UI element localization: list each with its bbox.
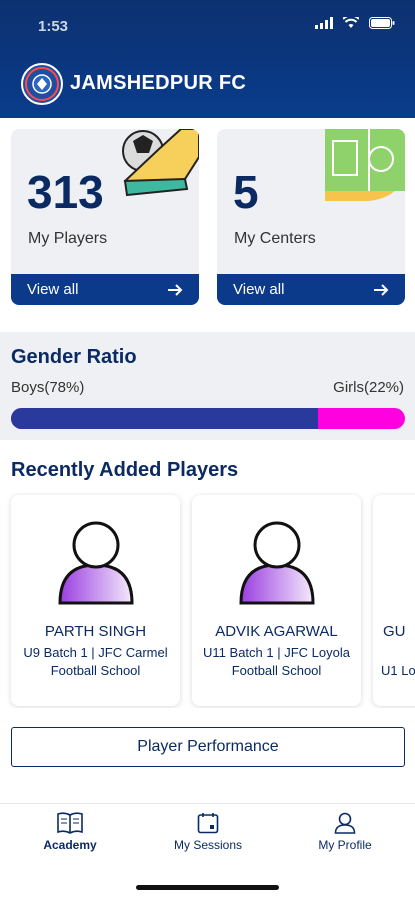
gender-ratio-panel: Gender Ratio Boys(78%) Girls(22%) [0,332,415,440]
player-info: U1 Loyol [381,663,415,678]
boys-bar-fill [11,408,319,429]
status-icons [315,17,395,29]
tab-label: Academy [43,838,97,852]
gender-ratio-title: Gender Ratio [11,346,137,368]
player-info: U9 Batch 1 | JFC Carmel Football School [23,645,168,678]
tab-my-sessions[interactable]: My Sessions [148,812,268,852]
centers-label: My Centers [234,230,316,247]
player-performance-button[interactable]: Player Performance [11,727,405,767]
recent-players-title: Recently Added Players [11,459,239,481]
tab-academy[interactable]: Academy [10,812,130,852]
signal-icon [315,17,333,29]
centers-count: 5 [233,166,259,218]
book-icon [57,812,83,834]
players-label: My Players [28,230,108,247]
player-card[interactable]: GU U1 Loyol [373,495,415,706]
wifi-icon [343,17,359,28]
boys-label: Boys(78%) [11,379,85,396]
view-all-label: View all [233,281,285,298]
app-header: 1:53 JAMSHEDPUR FC [0,0,415,118]
football-pitch-icon [325,129,405,201]
football-boot-icon [122,129,199,197]
players-count: 313 [27,166,104,218]
player-card[interactable]: ADVIK AGARWAL U11 Batch 1 | JFC Loyola F… [192,495,361,706]
players-view-all-button[interactable]: View all [11,274,199,305]
player-name: GU [383,623,406,640]
calendar-icon [197,813,219,834]
avatar [57,521,134,605]
arrow-right-icon [374,283,389,296]
person-icon [334,812,356,834]
bottom-tab-bar: Academy My Sessions My Profile [0,803,415,864]
avatar [238,521,315,605]
battery-icon [369,17,395,29]
player-card[interactable]: PARTH SINGH U9 Batch 1 | JFC Carmel Foot… [11,495,180,706]
arrow-right-icon [168,283,183,296]
players-card[interactable]: 313 My Players View all [11,129,199,305]
player-name: ADVIK AGARWAL [215,623,338,640]
centers-card[interactable]: 5 My Centers View all [217,129,405,305]
view-all-label: View all [27,281,79,298]
tab-label: My Profile [318,838,372,852]
centers-view-all-button[interactable]: View all [217,274,405,305]
player-info: U11 Batch 1 | JFC Loyola Football School [203,645,350,678]
app-brand: JAMSHEDPUR FC [70,72,247,94]
home-indicator [136,885,279,890]
gender-ratio-bar [11,408,405,429]
tab-label: My Sessions [173,838,243,852]
recent-players-carousel[interactable]: PARTH SINGH U9 Batch 1 | JFC Carmel Foot… [0,492,415,708]
status-time: 1:53 [38,18,69,35]
player-name: PARTH SINGH [44,623,147,640]
tab-my-profile[interactable]: My Profile [285,812,405,852]
girls-label: Girls(22%) [333,379,404,396]
club-logo [21,63,63,105]
